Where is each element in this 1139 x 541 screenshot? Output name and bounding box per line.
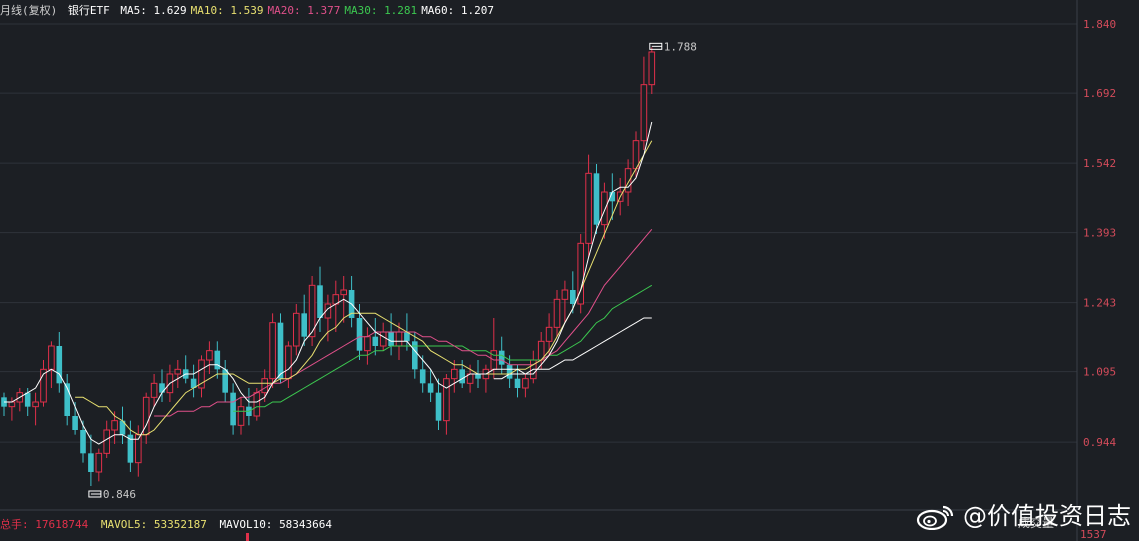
candle-body — [88, 453, 94, 472]
moving-average-lines — [4, 121, 653, 445]
candle-body — [624, 168, 632, 193]
candle-body — [451, 368, 458, 380]
mavol10-label: MAVOL10: — [219, 518, 273, 531]
candle-body — [301, 313, 307, 337]
candle-body — [435, 392, 442, 421]
weibo-logo-icon — [917, 505, 954, 530]
price-axis: 1.840 1.692 1.542 1.393 1.243 1.095 0.944 — [1083, 18, 1116, 449]
candle-body — [103, 429, 111, 454]
candle-body — [277, 322, 284, 379]
y-tick-label: 1.095 — [1083, 366, 1116, 379]
candle-body — [253, 392, 261, 417]
watermark: @价值投资日志 — [915, 496, 1131, 531]
candle-body — [111, 420, 118, 431]
y-tick-label: 1.243 — [1083, 297, 1116, 310]
candle-body — [340, 289, 347, 296]
period-label: 月线(复权) — [0, 4, 58, 17]
candle-body — [237, 406, 245, 426]
candle-body — [364, 336, 371, 352]
candle-body — [601, 191, 608, 226]
candle-body — [443, 378, 450, 422]
candle-body — [285, 345, 292, 380]
candle-body — [379, 331, 387, 347]
volume-panel — [246, 533, 249, 541]
ma-legend-item: MA60: 1.207 — [421, 4, 495, 17]
candle-body — [24, 392, 31, 407]
volume-legend: 总手: 17618744 MAVOL5: 53352187 MAVOL10: 5… — [0, 516, 332, 532]
candle-body — [553, 298, 561, 328]
security-name: 银行ETF — [67, 4, 110, 17]
candle-body — [585, 172, 592, 244]
candle-body — [72, 416, 78, 430]
candle-body — [230, 392, 236, 426]
candle-body — [222, 369, 228, 393]
candle-body — [356, 318, 363, 351]
y-tick-label: 1.840 — [1083, 18, 1116, 31]
y-tick-label: 0.944 — [1083, 436, 1116, 449]
total-volume-label: 总手: — [0, 518, 29, 531]
candle-body — [293, 312, 300, 347]
candle-body — [32, 401, 39, 408]
candle-body — [648, 51, 656, 86]
grid-lines — [0, 23, 1077, 511]
candle-body — [159, 383, 165, 393]
candle-body — [498, 350, 505, 365]
candle-body — [522, 378, 529, 389]
chart-legend: 月线(复权) 银行ETF MA5: 1.629 MA10: 1.539 MA20: … — [0, 2, 502, 18]
mavol5-value: 53352187 — [153, 518, 207, 531]
candle-body — [174, 368, 182, 375]
candlestick-series — [1, 47, 656, 486]
ma20-line — [154, 228, 653, 417]
y-tick-label: 1.393 — [1083, 227, 1116, 240]
candle-body — [506, 364, 513, 379]
ma-legend-item: MA5: 1.629 — [120, 4, 187, 17]
ma-legend: MA5: 1.629 MA10: 1.539 MA20: 1.377 MA30: 1.… — [120, 4, 498, 17]
candle-body — [269, 322, 276, 380]
candle-body — [372, 336, 379, 346]
extreme-markers: 1.788 0.846 — [88, 40, 697, 501]
ma-legend-item: MA10: 1.539 — [190, 4, 264, 17]
candle-body — [640, 84, 648, 142]
price-chart[interactable]: 1.840 1.692 1.542 1.393 1.243 1.095 0.944 1.78… — [0, 0, 1139, 541]
candle-body — [593, 173, 600, 225]
candle-body — [419, 369, 426, 384]
candle-body — [261, 378, 268, 394]
candle-body — [95, 452, 103, 473]
max-marker-label: 1.788 — [664, 40, 697, 53]
y-tick-label: 1.542 — [1083, 157, 1116, 170]
candle-body — [459, 369, 465, 384]
min-marker-label: 0.846 — [103, 488, 136, 501]
watermark-text: @价值投资日志 — [963, 502, 1131, 530]
candle-body — [545, 326, 553, 342]
candle-body — [150, 382, 158, 398]
y-tick-label: 1.692 — [1083, 87, 1116, 100]
mavol5-label: MAVOL5: — [100, 518, 148, 531]
ma5-line — [4, 121, 653, 445]
candle-body — [514, 378, 521, 388]
candle-body — [570, 290, 576, 304]
candle-body — [561, 289, 569, 300]
candle-body — [80, 430, 86, 454]
ma-legend-item: MA30: 1.281 — [344, 4, 418, 17]
candle-body — [427, 383, 434, 393]
mavol10-value: 58343664 — [279, 518, 333, 531]
ma-legend-item: MA20: 1.377 — [267, 4, 341, 17]
total-volume-value: 17618744 — [35, 518, 89, 531]
candle-body — [475, 374, 481, 379]
candle-body — [317, 285, 323, 318]
candle-body — [214, 350, 221, 370]
candle-body — [8, 401, 16, 408]
candle-body — [395, 331, 403, 347]
candle-body — [388, 332, 394, 346]
volume-bar — [246, 533, 249, 541]
candle-body — [206, 350, 213, 361]
candle-body — [48, 345, 55, 370]
